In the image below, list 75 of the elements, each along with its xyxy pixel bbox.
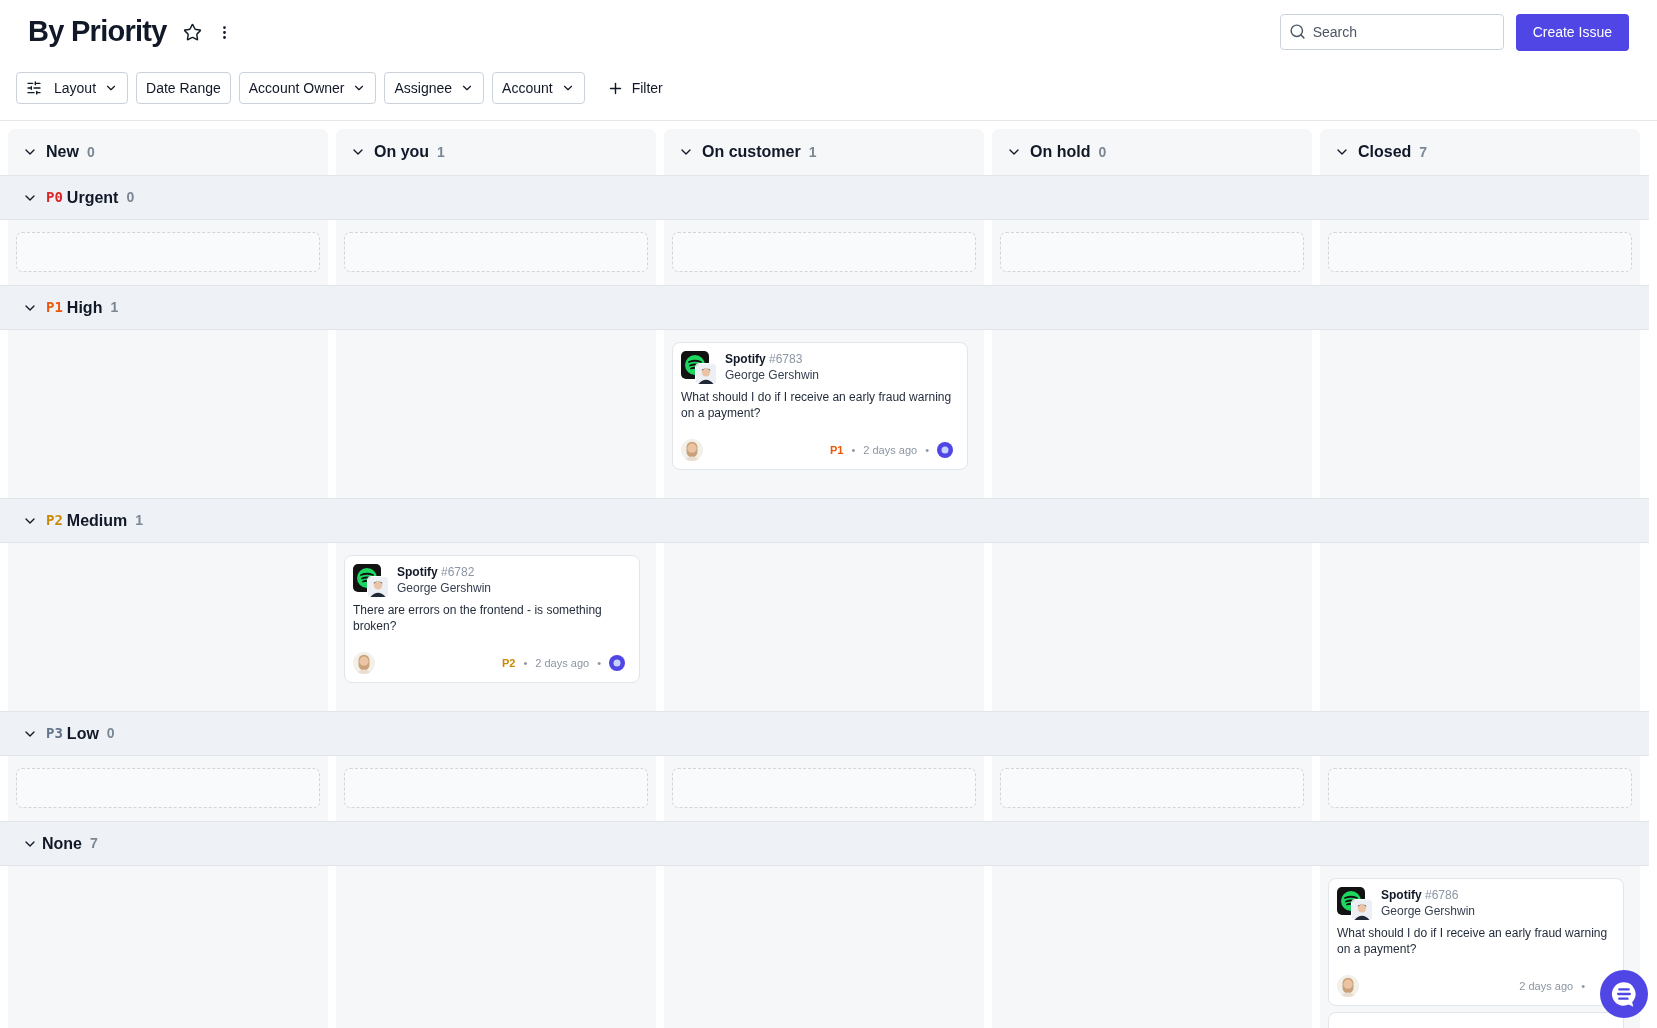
issue-card[interactable]: Spotify #6786 George Gershwin What should I do if I receive an early fraud warning on a payment? 2 days ago • <box>1328 878 1624 1006</box>
issue-card[interactable]: Spotify #6782 George Gershwin There are errors on the frontend - is something broken? P2 • 2 days ago • <box>344 555 640 683</box>
column-count: 1 <box>437 142 445 162</box>
filter-dropdown[interactable]: Account Owner <box>238 72 377 104</box>
assignee-avatar <box>353 652 375 674</box>
assignee-avatar <box>1337 975 1359 997</box>
priority-label: P2 <box>502 655 516 671</box>
column-title: On hold <box>1030 142 1091 162</box>
group-title: Low <box>66 723 99 744</box>
priority-group-header[interactable]: P3 Low 0 <box>0 711 1649 756</box>
priority-group-header[interactable]: P0 Urgent 0 <box>0 175 1649 220</box>
separator-dot: • <box>523 655 528 671</box>
column-header[interactable]: On customer 1 <box>664 129 984 175</box>
group-count: 0 <box>106 724 115 743</box>
column-count: 0 <box>1098 142 1107 162</box>
priority-code: P3 <box>46 724 63 743</box>
card-title: Spotify #6783 <box>725 351 804 367</box>
contact-name: George Gershwin <box>725 367 820 383</box>
column-count: 1 <box>808 142 817 162</box>
contact-avatar <box>1351 899 1373 921</box>
card-title: Spotify #6786 <box>1381 887 1460 903</box>
column-title: New <box>46 142 79 162</box>
time-ago: 2 days ago <box>1519 978 1574 994</box>
filter-dropdown[interactable]: Layout <box>16 72 129 104</box>
group-count: 1 <box>135 511 144 530</box>
issue-description: What should I do if I receive an early fraud warning on a payment? <box>1337 925 1609 957</box>
time-ago: 2 days ago <box>863 442 918 458</box>
separator-dot: • <box>597 655 601 671</box>
filter-dropdown[interactable]: Assignee <box>384 72 485 104</box>
column-title: On customer <box>702 142 801 162</box>
column-header[interactable]: New 0 <box>8 129 328 175</box>
search-field[interactable]: Search <box>1279 14 1504 50</box>
contact-avatar <box>695 363 717 385</box>
group-title: None <box>42 833 82 854</box>
page-title: By Priority <box>28 14 167 50</box>
group-count: 1 <box>110 298 119 317</box>
group-count: 7 <box>90 834 98 853</box>
filter-dropdown[interactable]: Date Range <box>136 72 231 104</box>
contact-avatar <box>367 576 389 598</box>
separator-dot: • <box>1581 978 1585 994</box>
group-title: High <box>66 297 103 318</box>
column-header[interactable]: Closed 7 <box>1320 129 1640 175</box>
priority-label: P1 <box>830 442 844 458</box>
column-title: Closed <box>1358 142 1412 162</box>
sliders-icon <box>26 80 42 96</box>
filter-dropdown[interactable]: Account <box>492 72 585 104</box>
favorite-star-icon[interactable] <box>182 22 202 42</box>
search-icon <box>1288 23 1306 40</box>
group-title: Urgent <box>66 187 119 208</box>
separator-dot: • <box>925 442 929 458</box>
column-count: 0 <box>86 142 95 162</box>
group-title: Medium <box>66 510 128 531</box>
priority-code: P2 <box>46 511 63 530</box>
column-header[interactable]: On hold 0 <box>992 129 1312 175</box>
assignee-avatar <box>681 439 703 461</box>
time-ago: 2 days ago <box>535 655 590 671</box>
priority-code: P0 <box>46 188 63 207</box>
add-filter-button[interactable]: Filter <box>602 72 667 104</box>
column-header[interactable]: On you 1 <box>336 129 656 175</box>
priority-group-header[interactable]: P2 Medium 1 <box>0 498 1649 543</box>
contact-name: George Gershwin <box>397 580 492 596</box>
chat-bubble-icon <box>1610 980 1638 1008</box>
priority-code: P1 <box>46 298 63 317</box>
card-title: Spotify #6782 <box>397 564 476 580</box>
priority-group-header[interactable]: P1 High 1 <box>0 285 1649 330</box>
contact-name: George Gershwin <box>1381 903 1476 919</box>
issue-description: What should I do if I receive an early fraud warning on a payment? <box>681 389 953 421</box>
group-count: 0 <box>126 188 135 207</box>
separator-dot: • <box>851 442 856 458</box>
issue-card[interactable]: Spotify #6783 George Gershwin What should I do if I receive an early fraud warning on a payment? P1 • 2 days ago • <box>672 342 968 470</box>
column-count: 7 <box>1419 142 1428 162</box>
priority-group-header[interactable]: None 7 <box>0 821 1649 866</box>
create-issue-button[interactable]: Create Issue <box>1515 13 1629 51</box>
column-title: On you <box>374 142 430 162</box>
issue-description: There are errors on the frontend - is something broken? <box>353 602 603 634</box>
